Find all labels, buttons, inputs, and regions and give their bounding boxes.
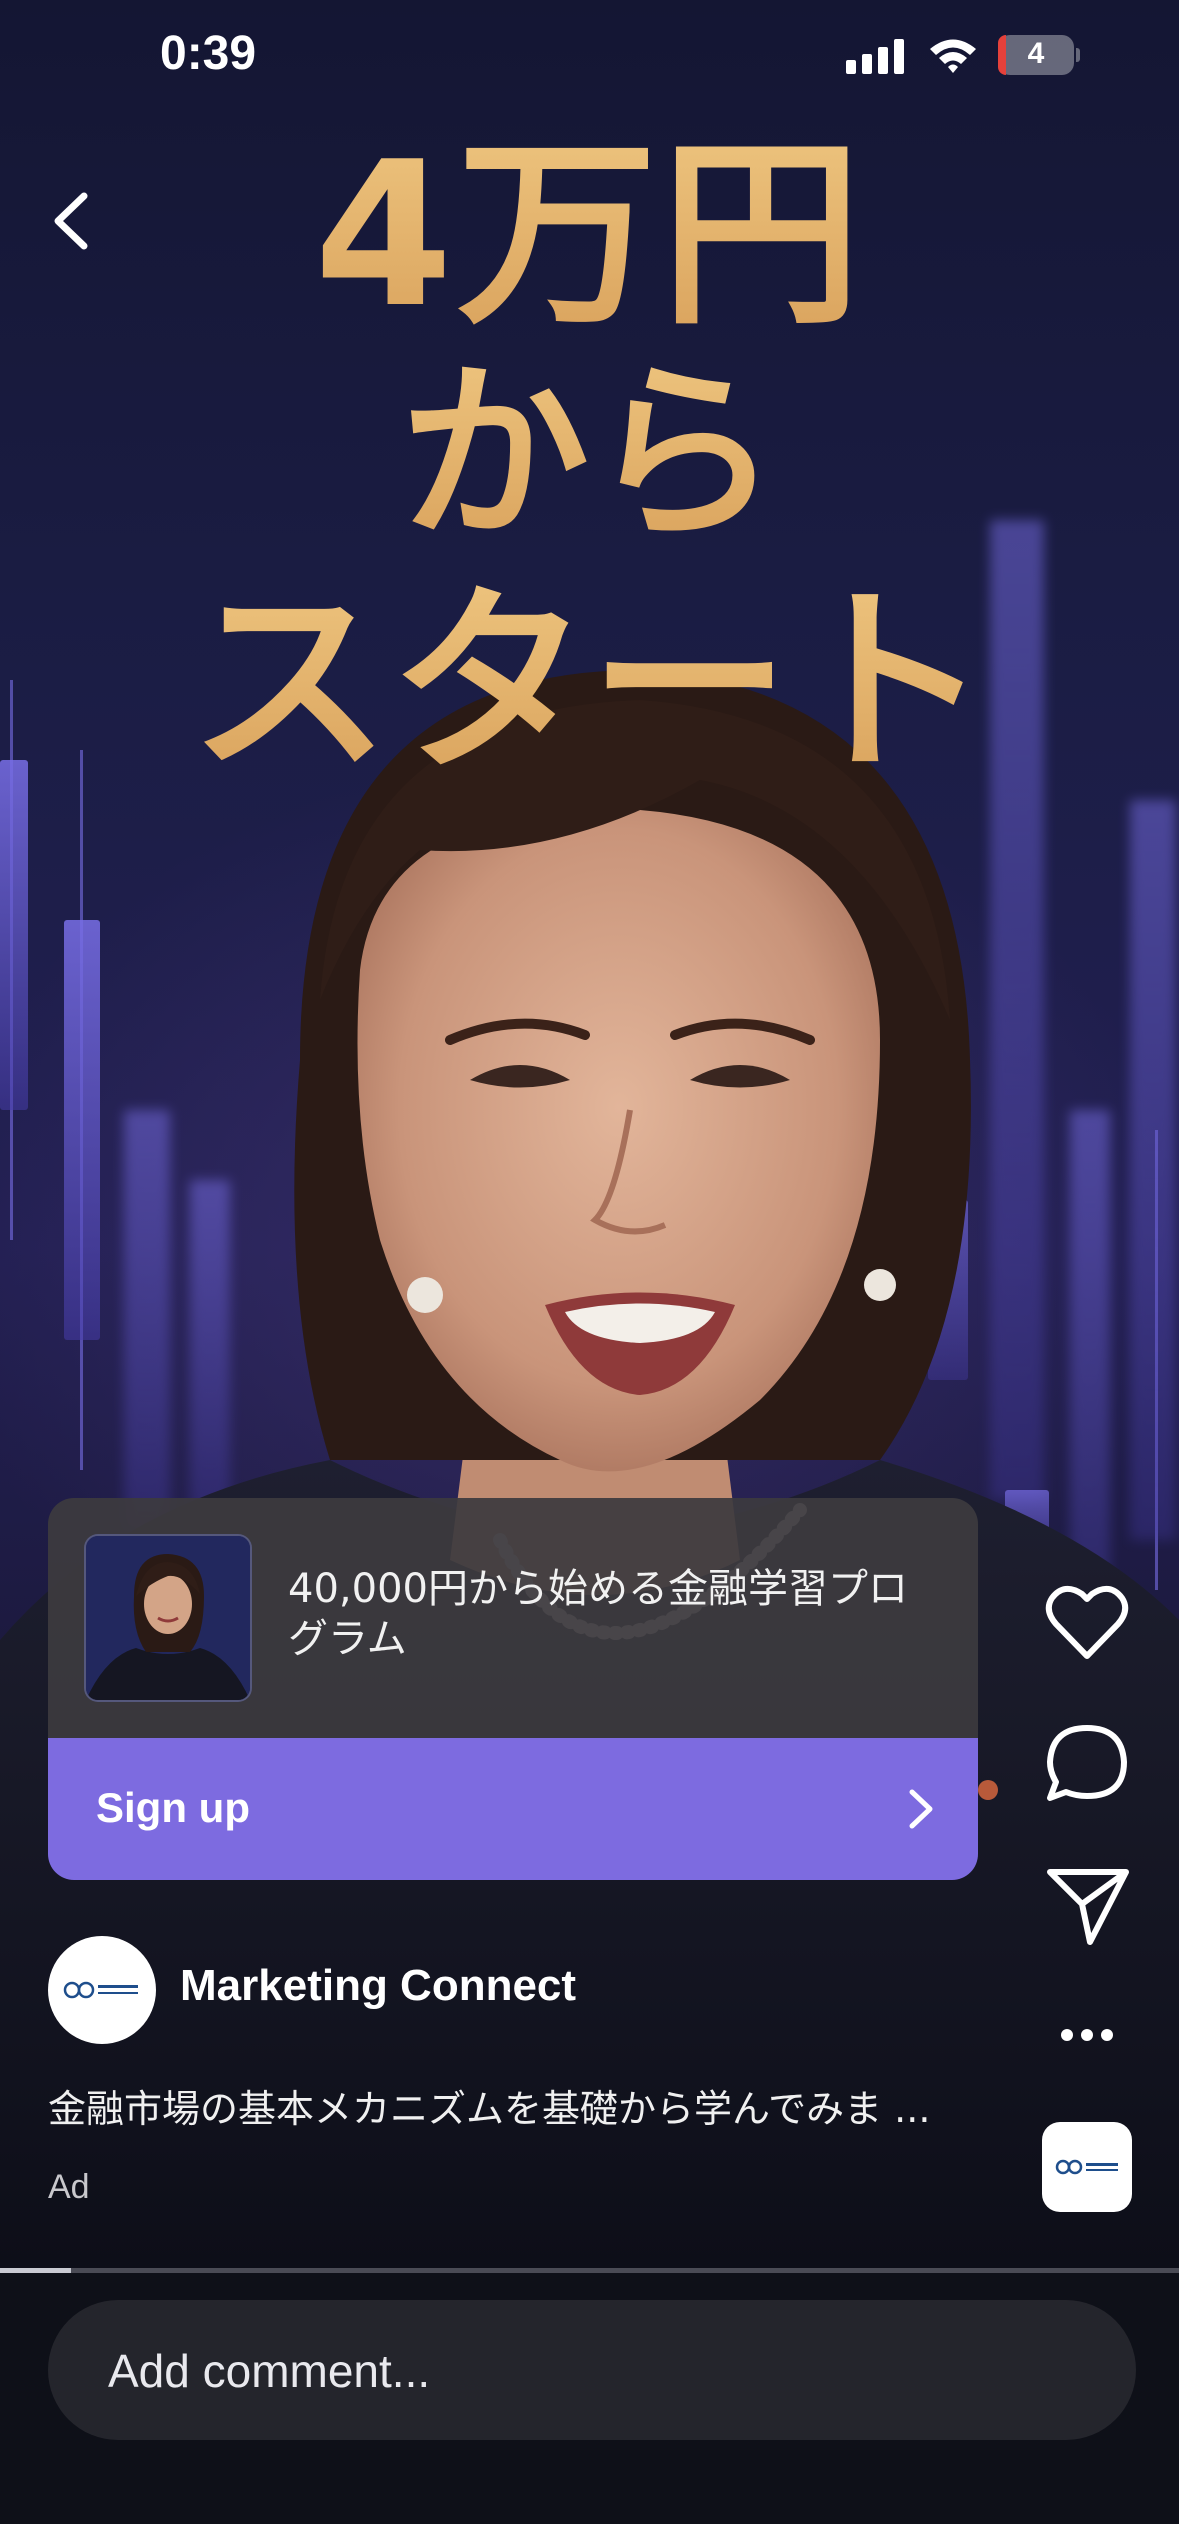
reel-video[interactable]: 4万円 から スタート: [0, 0, 1179, 2270]
ad-headline-start: スタート: [0, 520, 1179, 810]
spokesperson-portrait: [0, 670, 1179, 2270]
battery-level: 4: [1027, 37, 1045, 70]
share-icon[interactable]: [1042, 1858, 1132, 1948]
marketing-connect-logo-icon: [1055, 2159, 1118, 2175]
marketing-connect-logo-badge[interactable]: [1042, 2122, 1132, 2212]
comment-input[interactable]: Add comment...: [48, 2300, 1136, 2440]
advertiser-name[interactable]: Marketing Connect: [180, 1961, 576, 2011]
marketing-connect-logo-icon: [63, 1981, 138, 1999]
video-progress-fill: [0, 2268, 71, 2273]
comment-placeholder: Add comment...: [108, 2345, 431, 2397]
advertiser-avatar[interactable]: [48, 1936, 156, 2044]
battery-icon: 4: [998, 35, 1074, 75]
ad-card-title: 40,000円から始める金融学習プログラム: [288, 1566, 908, 1662]
status-time: 0:39: [160, 27, 257, 80]
video-progress-bar[interactable]: [0, 2268, 1179, 2273]
ad-card[interactable]: 40,000円から始める金融学習プログラム Sign up: [48, 1498, 978, 1880]
chevron-right-icon: [909, 1789, 933, 1829]
wifi-icon: [930, 39, 976, 73]
more-icon[interactable]: [1042, 1990, 1132, 2080]
heart-icon[interactable]: [1042, 1578, 1132, 1668]
ad-card-info[interactable]: 40,000円から始める金融学習プログラム: [48, 1498, 978, 1738]
comment-icon[interactable]: [1042, 1718, 1132, 1808]
sign-up-label: Sign up: [96, 1784, 250, 1831]
post-caption[interactable]: 金融市場の基本メカニズムを基礎から学んでみま ...: [48, 2078, 930, 2133]
sign-up-button[interactable]: Sign up: [48, 1738, 978, 1880]
ad-thumbnail: [84, 1534, 252, 1702]
sponsored-label: Ad: [48, 2168, 90, 2206]
signal-icon: [846, 38, 906, 74]
battery-cap: [1076, 48, 1080, 62]
back-chevron-icon[interactable]: [44, 186, 104, 256]
